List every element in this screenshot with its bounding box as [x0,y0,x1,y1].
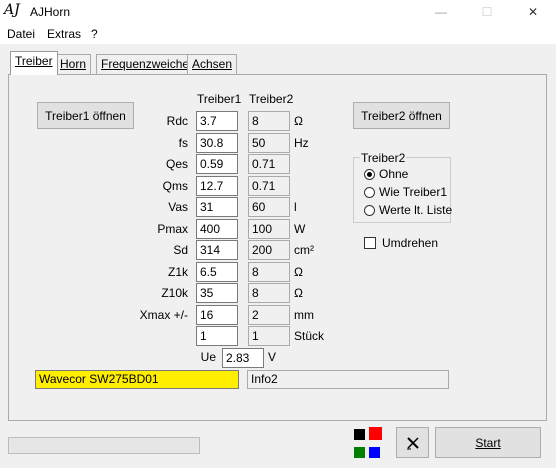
param-label: Z1k [167,265,188,279]
driver2-group-title: Treiber2 [360,151,407,165]
param-label: Vas [168,200,188,214]
param-label: Qms [162,179,188,193]
ue-label: Ue [200,350,216,364]
param-unit: W [294,222,306,236]
radio-werte-liste[interactable] [364,205,375,216]
start-button-label: Start [475,435,501,450]
menu-bar [0,24,556,44]
column-header-driver2: Treiber2 [249,92,294,106]
driver2-param-input[interactable]: 0.71 [248,176,290,196]
param-unit: Ω [294,286,303,300]
ue-input[interactable]: 2.83 [222,348,264,368]
info1-field[interactable]: Wavecor SW275BD01 [35,370,239,389]
radio-ohne[interactable] [364,169,375,180]
driver1-param-input[interactable]: 1 [196,326,238,346]
menu-extras[interactable]: Extras [47,27,81,41]
param-label: Rdc [166,114,188,128]
param-unit: Ω [294,114,303,128]
driver1-param-input[interactable]: 0.59 [196,154,238,174]
driver2-param-input[interactable]: 8 [248,283,290,303]
driver2-param-input[interactable]: 1 [248,326,290,346]
app-logo-icon: AJ [4,2,20,18]
color-swatch-blue[interactable] [369,447,380,458]
driver2-param-input[interactable]: 60 [248,197,290,217]
tab-horn[interactable]: Horn [55,54,92,74]
driver2-param-input[interactable]: 100 [248,219,290,239]
progress-bar [8,437,200,454]
umdrehen-label: Umdrehen [382,236,439,250]
radio-wie-treiber1-label: Wie Treiber1 [379,185,448,199]
driver2-param-input[interactable]: 8 [248,111,290,131]
tab-frequenzweiche-label: Frequenzweiche [101,57,190,71]
param-label: Qes [165,157,188,171]
tab-treiber[interactable]: Treiber [10,51,58,75]
param-unit: Stück [294,329,325,343]
driver2-param-input[interactable]: 8 [248,262,290,282]
radio-werte-liste-label: Werte lt. Liste [379,203,453,217]
radio-ohne-label: Ohne [379,167,409,181]
radio-wie-treiber1[interactable] [364,187,375,198]
column-header-driver1: Treiber1 [197,92,242,106]
close-icon[interactable]: ✕ [510,0,556,24]
driver1-param-input[interactable]: 12.7 [196,176,238,196]
driver2-param-input[interactable]: 2 [248,305,290,325]
driver2-param-input[interactable]: 0.71 [248,154,290,174]
menu-datei[interactable]: Datei [7,27,35,41]
color-swatch-green[interactable] [354,447,365,458]
open-driver2-button[interactable]: Treiber2 öffnen [353,102,450,129]
driver2-param-input[interactable]: 50 [248,133,290,153]
driver1-param-input[interactable]: 16 [196,305,238,325]
driver1-param-input[interactable]: 35 [196,283,238,303]
param-unit: Ω [294,265,303,279]
window-title: AJHorn [30,5,71,19]
tab-treiber-label: Treiber [15,54,53,68]
info2-field[interactable]: Info2 [247,370,449,389]
param-label: Z10k [161,286,188,300]
param-label: Xmax +/- [139,308,188,322]
color-swatch-black[interactable] [354,429,365,440]
param-label: Pmax [157,222,188,236]
driver1-param-input[interactable]: 30.8 [196,133,238,153]
param-label: fs [178,136,188,150]
driver1-param-input[interactable]: 31 [196,197,238,217]
start-button[interactable]: Start [435,427,541,458]
param-label: Sd [173,243,188,257]
tab-frequenzweiche[interactable]: Frequenzweiche [96,54,195,74]
tool-button[interactable] [396,427,429,458]
param-unit: l [294,200,297,214]
minimize-icon[interactable]: — [418,0,464,24]
tab-achsen[interactable]: Achsen [187,54,238,74]
param-unit: mm [294,308,314,322]
color-swatch-red[interactable] [369,427,382,440]
tab-achsen-label: Achsen [192,57,233,71]
driver1-param-input[interactable]: 400 [196,219,238,239]
param-unit: Hz [294,136,309,150]
driver1-param-input[interactable]: 314 [196,240,238,260]
driver1-param-input[interactable]: 3.7 [196,111,238,131]
driver1-param-input[interactable]: 6.5 [196,262,238,282]
param-unit: cm² [294,243,314,257]
umdrehen-checkbox[interactable] [364,237,376,249]
tab-horn-label: Horn [60,57,87,71]
driver2-param-input[interactable]: 200 [248,240,290,260]
menu-help[interactable]: ? [91,27,98,41]
maximize-icon[interactable]: ☐ [464,0,510,24]
cross-tool-icon [406,436,419,449]
ue-unit: V [268,350,277,364]
